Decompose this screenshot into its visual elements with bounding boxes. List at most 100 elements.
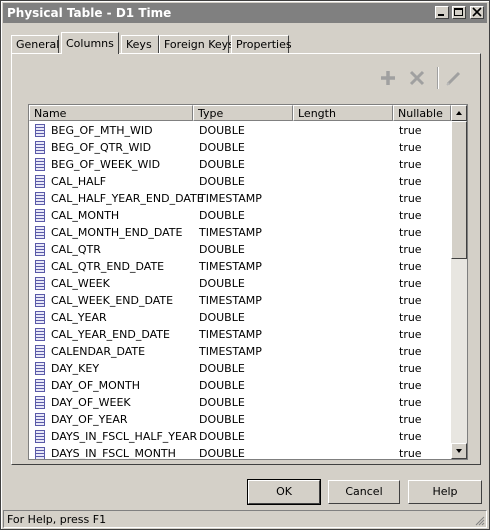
table-row[interactable]: DAYS_IN_FSCL_HALF_YEAR DOUBLE true (29, 428, 451, 445)
table-header: Name Type Length Nullable (29, 105, 451, 121)
scroll-thumb[interactable] (451, 121, 467, 259)
table-row[interactable]: BEG_OF_MTH_WID DOUBLE true (29, 122, 451, 139)
columns-table[interactable]: Name Type Length Nullable BEG_OF_MTH_WID… (28, 104, 468, 460)
cell-name: BEG_OF_QTR_WID (51, 141, 152, 154)
help-button[interactable]: Help (408, 480, 482, 504)
cell-type: TIMESTAMP (199, 260, 262, 273)
table-row[interactable]: CAL_YEAR_END_DATE TIMESTAMP true (29, 326, 451, 343)
cell-nullable: true (399, 209, 422, 222)
toolbar-separator (437, 67, 439, 89)
tab-keys[interactable]: Keys (121, 35, 159, 53)
cell-name: CAL_HALF (51, 175, 107, 188)
cell-type: DOUBLE (199, 175, 245, 188)
cell-nullable: true (399, 430, 422, 443)
table-row[interactable]: CAL_YEAR DOUBLE true (29, 309, 451, 326)
cell-name: DAY_OF_MONTH (51, 379, 141, 392)
cell-nullable: true (399, 294, 422, 307)
cell-name: DAY_OF_YEAR (51, 413, 128, 426)
close-button[interactable] (470, 6, 484, 19)
column-icon (35, 277, 45, 290)
table-row[interactable]: CALENDAR_DATE TIMESTAMP true (29, 343, 451, 360)
cell-nullable: true (399, 124, 422, 137)
column-icon (35, 396, 45, 409)
table-row[interactable]: CAL_MONTH DOUBLE true (29, 207, 451, 224)
table-row[interactable]: DAY_KEY DOUBLE true (29, 360, 451, 377)
button-label: Help (432, 485, 458, 498)
cell-type: TIMESTAMP (199, 226, 262, 239)
column-icon (35, 192, 45, 205)
ok-button[interactable]: OK (247, 479, 321, 505)
resize-grip-icon[interactable] (473, 514, 485, 526)
cell-nullable: true (399, 447, 422, 460)
tab-foreign-keys[interactable]: Foreign Keys (159, 35, 234, 53)
status-bar: For Help, press F1 (3, 510, 487, 528)
column-icon (35, 447, 45, 459)
column-icon (35, 379, 45, 392)
cell-name: DAY_KEY (51, 362, 100, 375)
tab-label: Keys (126, 38, 152, 51)
tab-general[interactable]: General (11, 35, 59, 53)
table-row[interactable]: CAL_WEEK DOUBLE true (29, 275, 451, 292)
cell-name: DAY_OF_WEEK (51, 396, 131, 409)
table-row[interactable]: BEG_OF_WEEK_WID DOUBLE true (29, 156, 451, 173)
column-icon (35, 311, 45, 324)
window-title: Physical Table - D1 Time (7, 6, 172, 20)
cell-type: TIMESTAMP (199, 294, 262, 307)
cell-name: CAL_YEAR (51, 311, 107, 324)
table-row[interactable]: DAYS_IN_FSCL_MONTH DOUBLE true (29, 445, 451, 460)
columns-panel: Name Type Length Nullable BEG_OF_MTH_WID… (11, 53, 481, 465)
table-row[interactable]: CAL_QTR DOUBLE true (29, 241, 451, 258)
header-label: Name (34, 107, 67, 120)
cell-type: DOUBLE (199, 141, 245, 154)
table-row[interactable]: CAL_HALF DOUBLE true (29, 173, 451, 190)
header-type[interactable]: Type (193, 105, 293, 121)
table-row[interactable]: DAY_OF_YEAR DOUBLE true (29, 411, 451, 428)
column-icon (35, 226, 45, 239)
table-row[interactable]: DAY_OF_MONTH DOUBLE true (29, 377, 451, 394)
column-icon (35, 175, 45, 188)
arrow-down-icon (456, 449, 462, 453)
title-bar[interactable]: Physical Table - D1 Time (3, 3, 487, 23)
tab-label: General (16, 38, 60, 51)
header-length[interactable]: Length (293, 105, 393, 121)
scroll-up-button[interactable] (451, 105, 467, 121)
column-icon (35, 141, 45, 154)
cell-nullable: true (399, 192, 422, 205)
cell-type: TIMESTAMP (199, 345, 262, 358)
cell-nullable: true (399, 243, 422, 256)
cell-type: TIMESTAMP (199, 328, 262, 341)
tab-label: Foreign Keys (164, 38, 234, 51)
cell-name: CAL_WEEK (51, 277, 110, 290)
table-row[interactable]: DAY_OF_WEEK DOUBLE true (29, 394, 451, 411)
table-row[interactable]: CAL_HALF_YEAR_END_DATE TIMESTAMP true (29, 190, 451, 207)
cell-type: DOUBLE (199, 413, 245, 426)
minimize-button[interactable] (435, 6, 449, 19)
header-label: Nullable (398, 107, 443, 120)
header-name[interactable]: Name (29, 105, 193, 121)
table-row[interactable]: CAL_WEEK_END_DATE TIMESTAMP true (29, 292, 451, 309)
tab-columns[interactable]: Columns (61, 32, 119, 54)
add-icon[interactable] (378, 68, 398, 88)
tab-properties[interactable]: Properties (231, 35, 292, 53)
cell-nullable: true (399, 311, 422, 324)
cancel-button[interactable]: Cancel (328, 480, 400, 504)
close-icon (472, 7, 482, 17)
cell-type: TIMESTAMP (199, 192, 262, 205)
table-row[interactable]: CAL_MONTH_END_DATE TIMESTAMP true (29, 224, 451, 241)
cell-nullable: true (399, 141, 422, 154)
edit-icon[interactable] (444, 68, 464, 88)
cell-nullable: true (399, 260, 422, 273)
column-icon (35, 158, 45, 171)
header-nullable[interactable]: Nullable (393, 105, 451, 121)
vertical-scrollbar[interactable] (451, 105, 467, 459)
scroll-down-button[interactable] (451, 443, 467, 459)
cell-nullable: true (399, 158, 422, 171)
maximize-button[interactable] (452, 6, 466, 19)
cell-nullable: true (399, 328, 422, 341)
cell-type: DOUBLE (199, 396, 245, 409)
cell-type: DOUBLE (199, 362, 245, 375)
tab-label: Columns (66, 37, 114, 50)
table-row[interactable]: CAL_QTR_END_DATE TIMESTAMP true (29, 258, 451, 275)
table-row[interactable]: BEG_OF_QTR_WID DOUBLE true (29, 139, 451, 156)
delete-icon[interactable] (407, 68, 427, 88)
